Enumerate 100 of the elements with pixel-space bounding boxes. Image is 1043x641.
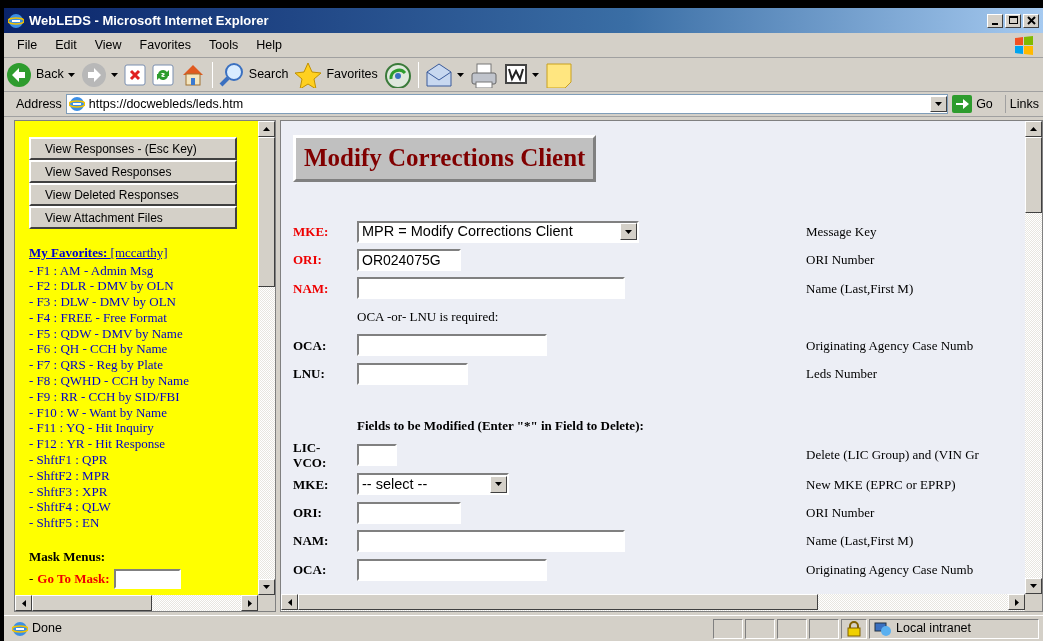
scroll-left-icon[interactable] [21,599,26,607]
favorite-link[interactable]: - ShftF2 : MPR [29,467,258,484]
stop-icon[interactable] [123,63,146,86]
scroll-thumb[interactable] [298,594,818,610]
scroll-right-icon[interactable] [1014,598,1019,606]
field-label: OCA: [293,336,328,355]
field-description: ORI Number [806,504,876,523]
back-icon[interactable] [6,61,32,88]
go-button[interactable]: Go [976,94,993,114]
favorite-link[interactable]: - F9 : RR - CCH by SID/FBI [29,388,258,405]
text-input[interactable] [357,362,468,385]
text-input[interactable] [357,558,547,581]
field-description: Name (Last,First M) [806,279,915,298]
favorite-link[interactable]: - F2 : DLR - DMV by OLN [29,278,258,295]
star-icon[interactable] [294,61,323,88]
text-input[interactable] [357,334,547,357]
media-icon[interactable] [383,61,412,88]
dropdown[interactable]: -- select -- [357,473,509,496]
favorite-link[interactable]: - F1 : AM - Admin Msg [29,262,258,279]
scroll-thumb[interactable] [1025,137,1042,213]
favorite-link[interactable]: - F5 : QDW - DMV by Name [29,325,258,342]
menu-item[interactable]: Tools [200,35,248,55]
favorite-link[interactable]: - F11 : YQ - Hit Inquiry [29,420,258,437]
scroll-up-icon[interactable] [1030,127,1037,131]
network-icon [874,620,892,637]
favorite-link[interactable]: - F10 : W - Want by Name [29,404,258,421]
menu-item[interactable]: View [85,35,131,55]
menu-item[interactable]: File [8,35,47,55]
printer-icon[interactable] [469,61,498,88]
field-description: ORI Number [806,251,876,270]
favorite-link[interactable]: - F4 : FREE - Free Format [29,309,258,326]
toolbar-label[interactable]: Favorites [326,65,378,84]
address-field[interactable]: https://docwebleds/leds.htm [65,94,949,114]
toolbar-label[interactable]: Search [248,65,289,84]
menu-item[interactable]: Edit [46,35,86,55]
favorite-link[interactable]: - F6 : QH - CCH by Name [29,341,258,358]
dropdown[interactable]: MPR = Modify Corrections Client [357,220,639,243]
field-description: Message Key [806,222,878,241]
vertical-scrollbar[interactable] [1025,121,1042,594]
lock-icon [846,620,862,637]
text-input[interactable] [357,444,397,467]
mail-icon[interactable] [424,61,453,88]
scroll-right-icon[interactable] [247,599,252,607]
instruction-text: OCA -or- LNU is required: [357,308,500,327]
page-icon [12,620,28,637]
horizontal-scrollbar[interactable] [15,595,258,611]
refresh-icon[interactable] [151,63,174,86]
window-title: WebLEDS - Microsoft Internet Explorer [29,11,269,30]
scroll-thumb[interactable] [32,595,152,611]
text-input[interactable] [357,277,625,300]
scroll-thumb[interactable] [258,137,275,287]
scroll-left-icon[interactable] [287,598,292,606]
nav-button[interactable]: View Deleted Responses [29,183,237,206]
dash: - [29,569,34,588]
dropdown-caret-icon[interactable] [456,72,464,77]
scroll-down-icon[interactable] [1030,584,1037,588]
user-link[interactable]: [mccarthy] [110,245,168,260]
search-icon[interactable] [218,61,245,88]
nav-button[interactable]: View Attachment Files [29,206,237,229]
favorite-link[interactable]: - ShftF3 : XPR [29,483,258,500]
favorite-link[interactable]: - F7 : QRS - Reg by Plate [29,357,258,374]
favorite-link[interactable]: - ShftF5 : EN [29,515,258,532]
scroll-down-icon[interactable] [263,585,270,589]
field-description: Delete (LIC Group) and (VIN Gr [806,446,980,465]
favorites-link[interactable]: My Favorites: [29,245,111,260]
text-input[interactable]: OR024075G [357,249,461,272]
favorite-link[interactable]: - ShftF4 : QLW [29,499,258,516]
links-label[interactable]: Links [1009,94,1039,114]
field-description: New MKE (EPRC or EPRP) [806,475,957,494]
text-input[interactable] [357,530,625,553]
field-label: NAM: [293,279,330,298]
dropdown-caret-icon[interactable] [110,72,118,77]
dropdown-caret-icon[interactable] [531,72,539,77]
vertical-scrollbar[interactable] [258,121,275,595]
nav-button[interactable]: View Responses - (Esc Key) [29,137,237,160]
dropdown-arrow-icon[interactable] [625,229,632,234]
app-icon [8,12,24,29]
scroll-up-icon[interactable] [263,127,270,131]
field-description: Name (Last,First M) [806,532,915,551]
address-label: Address [16,95,62,113]
favorite-link[interactable]: - F12 : YR - Hit Response [29,436,258,453]
mask-input[interactable] [113,568,181,589]
dropdown-caret-icon[interactable] [67,72,75,77]
menu-item[interactable]: Help [247,35,291,55]
field-label: MKE: [293,222,330,241]
menu-item[interactable]: Favorites [130,35,200,55]
dropdown-arrow-icon[interactable] [935,102,943,106]
page-heading: Modify Corrections Client [293,135,597,182]
dropdown-arrow-icon[interactable] [495,482,502,487]
field-label: MKE: [293,475,330,494]
text-input[interactable] [357,501,461,524]
section-title: Mask Menus: [29,548,107,567]
favorite-link[interactable]: - F8 : QWHD - CCH by Name [29,373,258,389]
field-description: Leds Number [806,364,879,383]
toolbar-label[interactable]: Back [36,65,64,84]
horizontal-scrollbar[interactable] [281,594,1025,611]
favorite-link[interactable]: - F3 : DLW - DMV by OLN [29,294,258,310]
nav-button[interactable]: View Saved Responses [29,160,237,183]
favorite-link[interactable]: - ShftF1 : QPR [29,452,258,468]
field-label: LNU: [293,364,326,383]
